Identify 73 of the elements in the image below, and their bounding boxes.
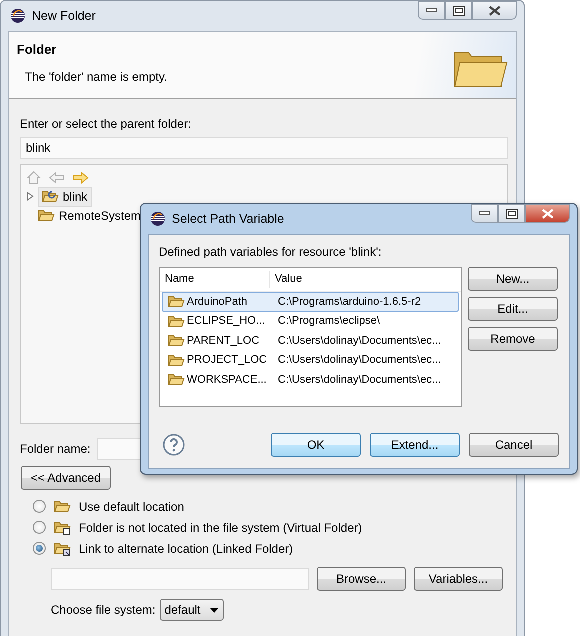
location-field[interactable] <box>51 568 309 590</box>
minimize-icon <box>426 8 437 13</box>
field-label: Folder name: <box>20 441 91 458</box>
parent-folder-field[interactable]: blink <box>20 137 508 159</box>
maximize-button[interactable] <box>445 1 472 20</box>
file-system-dropdown[interactable]: default <box>160 599 224 621</box>
table-cell-text: C:\Users\dolinay\Documents\ec... <box>277 353 442 368</box>
table-cell-text: C:\Users\dolinay\Documents\ec... <box>277 372 442 388</box>
project-folder-icon <box>42 189 59 204</box>
column-header: Name <box>160 271 270 288</box>
cancel-button[interactable]: Cancel <box>469 433 559 457</box>
folder-icon <box>168 372 185 388</box>
browse-button[interactable]: Browse... <box>317 567 406 591</box>
table-row[interactable]: PROJECT_LOC C:\Users\dolinay\Documents\ec... <box>162 350 459 370</box>
option-label: Use default location <box>79 498 184 516</box>
table-cell-text: PROJECT_LOC <box>187 353 268 368</box>
linked-folder-icon <box>54 541 71 556</box>
new-button[interactable]: New... <box>468 267 558 291</box>
field-label: Choose file system: <box>51 602 156 619</box>
maximize-icon <box>506 208 518 218</box>
close-icon <box>542 208 554 218</box>
close-icon <box>488 6 500 16</box>
maximize-button[interactable] <box>498 204 525 223</box>
table-cell-text: C:\Programs\arduino-1.6.5-r2 <box>277 294 422 310</box>
forward-arrow-icon[interactable] <box>73 172 89 184</box>
tree-item[interactable]: RemoteSystem <box>38 206 142 224</box>
column-header: Value <box>274 272 302 288</box>
table-row[interactable]: WORKSPACE... C:\Users\dolinay\Documents\ec... <box>162 370 459 390</box>
folder-icon <box>38 208 55 223</box>
folder-icon <box>168 333 185 348</box>
window-title: New Folder <box>32 8 96 25</box>
minimize-button[interactable] <box>418 1 445 20</box>
table-cell-text: PARENT_LOC <box>187 334 260 348</box>
table-cell-text: ArduinoPath <box>187 294 248 310</box>
folder-icon <box>168 314 185 329</box>
radio-button[interactable] <box>33 542 46 555</box>
error-message: The 'folder' name is empty. <box>25 68 168 86</box>
advanced-button[interactable]: << Advanced <box>21 466 111 490</box>
table-cell-text: C:\Programs\eclipse\ <box>277 314 380 329</box>
dialog-label: Defined path variables for resource 'blink': <box>159 244 383 261</box>
eclipse-icon <box>150 211 166 227</box>
virtual-folder-icon <box>54 520 71 535</box>
eclipse-icon <box>10 8 26 24</box>
variables-button[interactable]: Variables... <box>414 567 503 591</box>
page-title: Folder <box>17 41 58 59</box>
minimize-icon <box>479 211 490 216</box>
folder-icon <box>168 294 185 310</box>
folder-icon <box>168 352 185 368</box>
extend-button[interactable]: Extend... <box>370 433 460 457</box>
table-cell-text: C:\Users\dolinay\Documents\ec... <box>277 334 442 348</box>
dropdown-arrow-icon <box>210 608 219 612</box>
table-row[interactable]: PARENT_LOC C:\Users\dolinay\Documents\ec... <box>162 331 459 350</box>
table-cell-text: ECLIPSE_HO... <box>187 314 266 329</box>
edit-button[interactable]: Edit... <box>468 297 558 321</box>
help-icon[interactable] <box>163 434 185 456</box>
option-label: Folder is not located in the file system (Virtual Folder) <box>79 520 362 536</box>
radio-button[interactable] <box>33 500 46 513</box>
remove-button[interactable]: Remove <box>468 327 558 351</box>
table-row[interactable]: ArduinoPath C:\Programs\arduino-1.6.5-r2 <box>162 292 459 312</box>
radio-button[interactable] <box>33 521 46 534</box>
minimize-button[interactable] <box>471 204 498 223</box>
expand-arrow-icon[interactable] <box>27 192 35 201</box>
folder-icon <box>54 499 71 514</box>
maximize-icon <box>452 6 464 16</box>
option-label: Link to alternate location (Linked Folder) <box>79 540 294 558</box>
tree-item[interactable]: blink <box>38 186 92 206</box>
dialog-title: Select Path Variable <box>172 210 284 228</box>
table-row[interactable]: ECLIPSE_HO... C:\Programs\eclipse\ <box>162 312 459 331</box>
field-label: Enter or select the parent folder: <box>19 116 192 133</box>
ok-button[interactable]: OK <box>271 433 361 457</box>
close-button[interactable] <box>472 1 517 20</box>
close-button[interactable] <box>525 204 570 223</box>
table-cell-text: WORKSPACE... <box>187 372 267 388</box>
